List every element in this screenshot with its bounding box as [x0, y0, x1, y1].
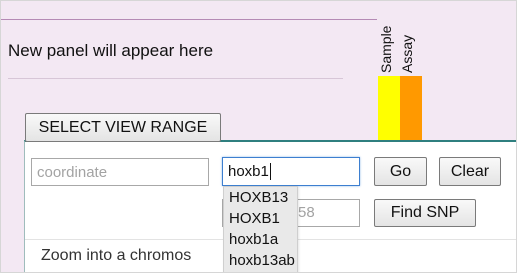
sample-track-bar: [378, 76, 400, 140]
clear-button[interactable]: Clear: [439, 157, 501, 186]
snp-input-text: 58: [298, 204, 315, 221]
autocomplete-item[interactable]: hoxb13ab: [224, 250, 297, 271]
gene-search-input[interactable]: hoxb1: [222, 157, 360, 186]
autocomplete-dropdown: HOXB13 HOXB1 hoxb1a hoxb13ab: [223, 186, 298, 272]
panel-top-rule: [1, 19, 377, 20]
new-panel-placeholder: New panel will appear here: [8, 41, 214, 60]
coordinate-placeholder: coordinate: [37, 163, 108, 181]
find-snp-button[interactable]: Find SNP: [374, 199, 476, 227]
autocomplete-item[interactable]: hoxb1a: [224, 229, 297, 250]
gene-search-value: hoxb1: [228, 163, 269, 180]
sample-track-label: Sample: [378, 25, 394, 73]
go-button[interactable]: Go: [374, 157, 427, 186]
assay-track-label: Assay: [399, 34, 415, 73]
assay-track-bar: [400, 76, 422, 140]
coordinate-input[interactable]: coordinate: [31, 158, 209, 186]
app-frame: New panel will appear here Sample Assay …: [0, 0, 517, 273]
panel-underline: [8, 78, 343, 79]
autocomplete-item[interactable]: HOXB13: [224, 187, 297, 208]
select-view-range-button[interactable]: SELECT VIEW RANGE: [25, 113, 221, 142]
autocomplete-item[interactable]: HOXB1: [224, 208, 297, 229]
zoom-hint-text: Zoom into a chromos: [41, 247, 192, 264]
text-caret: [269, 163, 271, 180]
